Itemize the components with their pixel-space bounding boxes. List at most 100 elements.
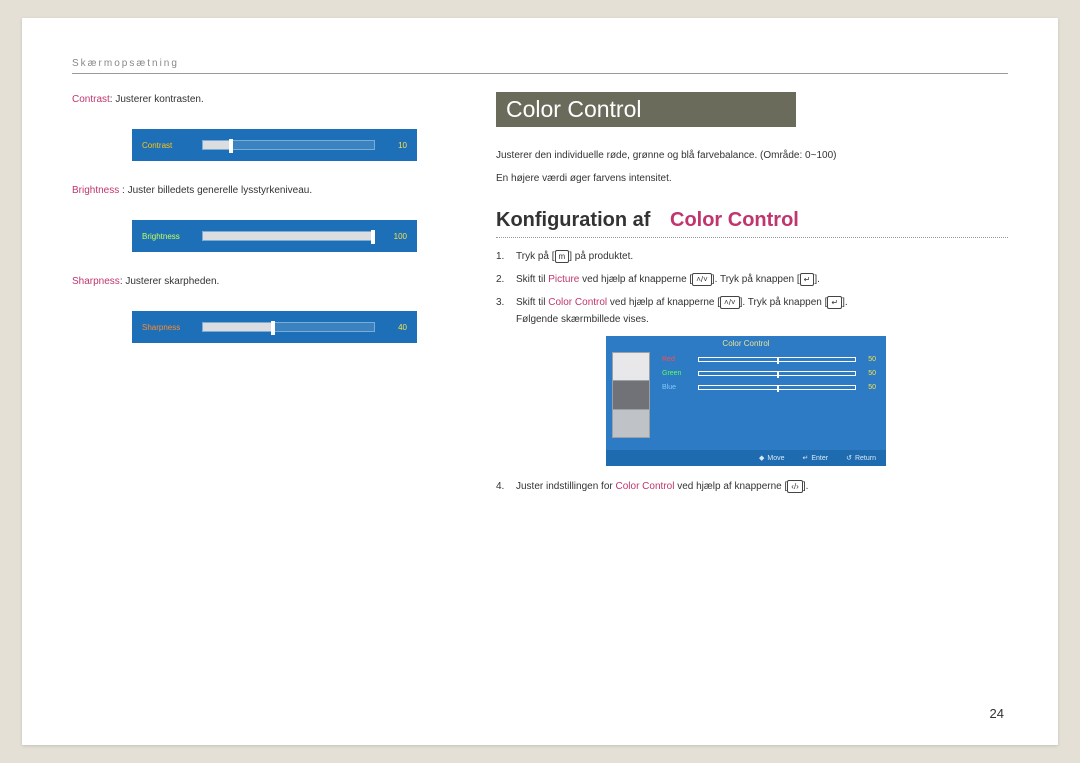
osd-row-value: 50 [862,384,876,391]
osd-slider-track [698,385,856,390]
slider-handle [371,230,375,244]
slider-value: 10 [385,141,407,150]
osd-row-label: Blue [662,384,692,391]
osd-row-blue: Blue 50 [662,380,876,394]
osd-footer: ◆ Move ↵ Enter ↺ Return [606,450,886,466]
enter-icon: ↵ [827,296,842,309]
text: ]. [842,297,848,308]
menu-icon: m [555,250,570,263]
osd-row-green: Green 50 [662,366,876,380]
step-text: Skift til Color Control ved hjælp af kna… [516,294,1008,328]
osd-enter-hint: ↵ Enter [803,454,829,462]
updown-icon: ˄/˅ [720,296,740,309]
steps-list-cont: 4. Juster indstillingen for Color Contro… [496,478,1008,495]
intro-para-2: En højere værdi øger farvens intensitet. [496,170,1008,187]
colorcontrol-keyword: Color Control [548,297,607,308]
text: Tryk på [ [516,251,555,262]
page-number: 24 [990,706,1004,721]
slider-fill [203,141,229,149]
brightness-text: : Juster billedets generelle lysstyrkeni… [119,185,312,196]
document-page: Skærmopsætning Contrast: Justerer kontra… [22,18,1058,745]
slider-bar: Contrast 10 [132,129,417,161]
text: Følgende skærmbillede vises. [516,314,649,325]
slider-bar: Sharpness 40 [132,311,417,343]
osd-slider-track [698,371,856,376]
osd-move-hint: ◆ Move [759,454,785,462]
sharpness-slider: Sharpness 40 [132,311,417,343]
arrow-down-icon [270,162,280,168]
osd-side-thumbs [612,352,650,438]
osd-row-value: 50 [862,356,876,363]
subheading-accent: Color Control [670,209,799,231]
brightness-slider: Brightness 100 [132,220,417,252]
contrast-description: Contrast: Justerer kontrasten. [72,92,442,107]
step-text: Tryk på [m] på produktet. [516,248,1008,265]
step-text: Juster indstillingen for Color Control v… [516,478,1008,495]
step-number: 3. [496,294,510,328]
slider-track [202,322,375,332]
osd-row-red: Red 50 [662,352,876,366]
osd-row-value: 50 [862,370,876,377]
arrow-up-icon [270,122,280,128]
text: ]. Tryk på knappen [ [712,274,800,285]
slider-handle [271,321,275,335]
subheading-prefix: Konfiguration af [496,209,650,231]
text: ]. [803,481,809,492]
slider-label: Contrast [142,141,202,150]
text: Skift til [516,297,548,308]
contrast-slider: Contrast 10 [132,129,417,161]
text: ved hjælp af knapperne [ [607,297,720,308]
text: Enter [811,455,828,462]
sharpness-text: : Justerer skarpheden. [120,276,220,287]
text: Skift til [516,274,548,285]
slider-handle [229,139,233,153]
arrow-up-icon [270,213,280,219]
enter-icon: ↵ [800,273,815,286]
text: ] på produktet. [569,251,633,262]
text: Move [767,455,784,462]
osd-return-hint: ↺ Return [846,454,876,462]
step-number: 4. [496,478,510,495]
osd-title: Color Control [606,336,886,351]
contrast-text: : Justerer kontrasten. [110,94,204,105]
text: Return [855,455,876,462]
step-number: 1. [496,248,510,265]
slider-value: 40 [385,323,407,332]
color-control-osd-preview: Color Control Red 50 Green 50 [606,336,886,466]
contrast-term: Contrast [72,94,110,105]
sharpness-term: Sharpness [72,276,120,287]
slider-fill [203,232,374,240]
thumb [613,353,649,381]
section-header: Skærmopsætning [72,58,1008,74]
step-3: 3. Skift til Color Control ved hjælp af … [496,294,1008,328]
configuration-heading: Konfiguration af Color Control [496,209,1008,238]
color-control-title: Color Control [496,92,796,127]
updown-icon: ˄/˅ [692,273,712,286]
brightness-term: Brightness [72,185,119,196]
two-column-layout: Contrast: Justerer kontrasten. Contrast … [72,92,1008,501]
column-left: Contrast: Justerer kontrasten. Contrast … [72,92,442,501]
colorcontrol-keyword: Color Control [616,481,675,492]
text: ]. [814,274,820,285]
osd-slider-track [698,357,856,362]
sharpness-description: Sharpness: Justerer skarpheden. [72,274,442,289]
arrow-up-icon [270,304,280,310]
step-1: 1. Tryk på [m] på produktet. [496,248,1008,265]
osd-row-label: Green [662,370,692,377]
slider-bar: Brightness 100 [132,220,417,252]
text: Juster indstillingen for [516,481,616,492]
slider-label: Brightness [142,232,202,241]
slider-label: Sharpness [142,323,202,332]
text: ved hjælp af knapperne [ [674,481,787,492]
steps-list: 1. Tryk på [m] på produktet. 2. Skift ti… [496,248,1008,328]
step-text: Skift til Picture ved hjælp af knapperne… [516,271,1008,288]
step-number: 2. [496,271,510,288]
osd-row-label: Red [662,356,692,363]
slider-track [202,231,375,241]
picture-keyword: Picture [548,274,579,285]
leftright-icon: ‹/› [787,480,803,493]
osd-rows: Red 50 Green 50 Blue 50 [662,352,876,394]
step-2: 2. Skift til Picture ved hjælp af knappe… [496,271,1008,288]
thumb [613,381,649,409]
slider-fill [203,323,271,331]
